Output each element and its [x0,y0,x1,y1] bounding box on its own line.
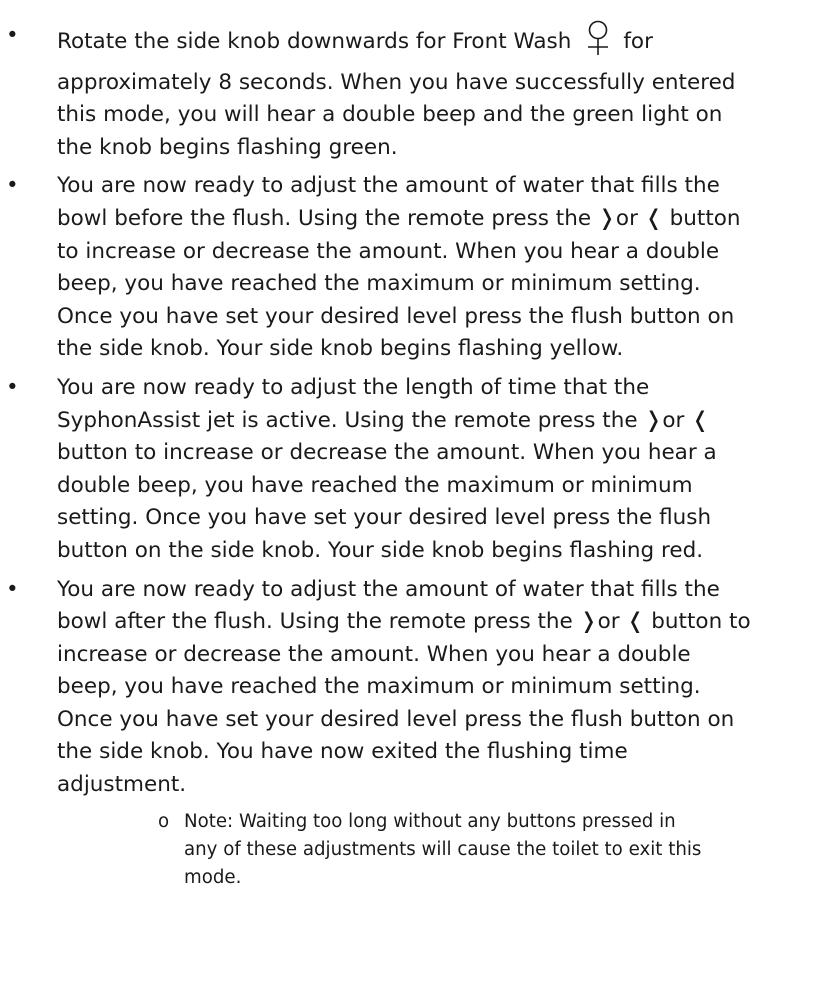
text-line: SyphonAssist jet is active. Using the re… [57,407,710,433]
text-line: setting. Once you have set your desired … [57,505,712,531]
note-marker: o [158,810,170,832]
text-line: to increase or decrease the amount. When… [57,238,720,264]
text-line: You are now ready to adjust the amount o… [57,576,720,602]
text-line: bowl after the flush. Using the remote p… [57,609,751,635]
note-line: mode. [184,867,242,889]
note-item: o Note: Waiting too long without any but… [0,808,824,893]
bullet-item-fill-before-flush: • You are now ready to adjust the amount… [0,170,824,366]
text-line: adjustment. [57,772,187,798]
bullet-item-front-wash: • Rotate the side knob downwards for Fro… [0,20,824,164]
bullet-marker: • [6,23,19,48]
bullet-item-fill-after-flush: • You are now ready to adjust the amount… [0,574,824,802]
note-line: Note: Waiting too long without any butto… [184,810,676,832]
instruction-document: • Rotate the side knob downwards for Fro… [0,20,824,892]
text-before-icon: Rotate the side knob downwards for Front… [57,29,572,54]
text-line: double beep, you have reached the maximu… [57,472,693,498]
text-line: beep, you have reached the maximum or mi… [57,674,701,700]
text-line: button to increase or decrease the amoun… [57,440,717,466]
female-symbol-icon [585,20,611,67]
text-line: bowl before the flush. Using the remote … [57,205,741,231]
text-line: beep, you have reached the maximum or mi… [57,271,701,297]
text-line: You are now ready to adjust the amount o… [57,173,720,199]
text-line: increase or decrease the amount. When yo… [57,641,691,667]
text-line: approximately 8 seconds. When you have s… [57,69,736,95]
text-line: this mode, you will hear a double beep a… [57,102,723,128]
text-line: You are now ready to adjust the length o… [57,374,650,400]
text-after-icon: for [623,29,653,54]
bullet-item-syphonassist-time: • You are now ready to adjust the length… [0,372,824,568]
text-line: Once you have set your desired level pre… [57,303,735,329]
text-line: button on the side knob. Your side knob … [57,537,704,563]
text-line: Once you have set your desired level pre… [57,706,735,732]
note-line: any of these adjustments will cause the … [184,838,702,860]
bullet-marker: • [6,576,19,602]
bullet-marker: • [6,374,19,400]
bullet-marker: • [6,173,19,199]
text-line: the side knob. Your side knob begins fla… [57,336,624,362]
text-line: the knob begins flashing green. [57,134,398,160]
text-line: the side knob. You have now exited the f… [57,739,628,765]
text-line: Rotate the side knob downwards for Front… [57,20,818,67]
